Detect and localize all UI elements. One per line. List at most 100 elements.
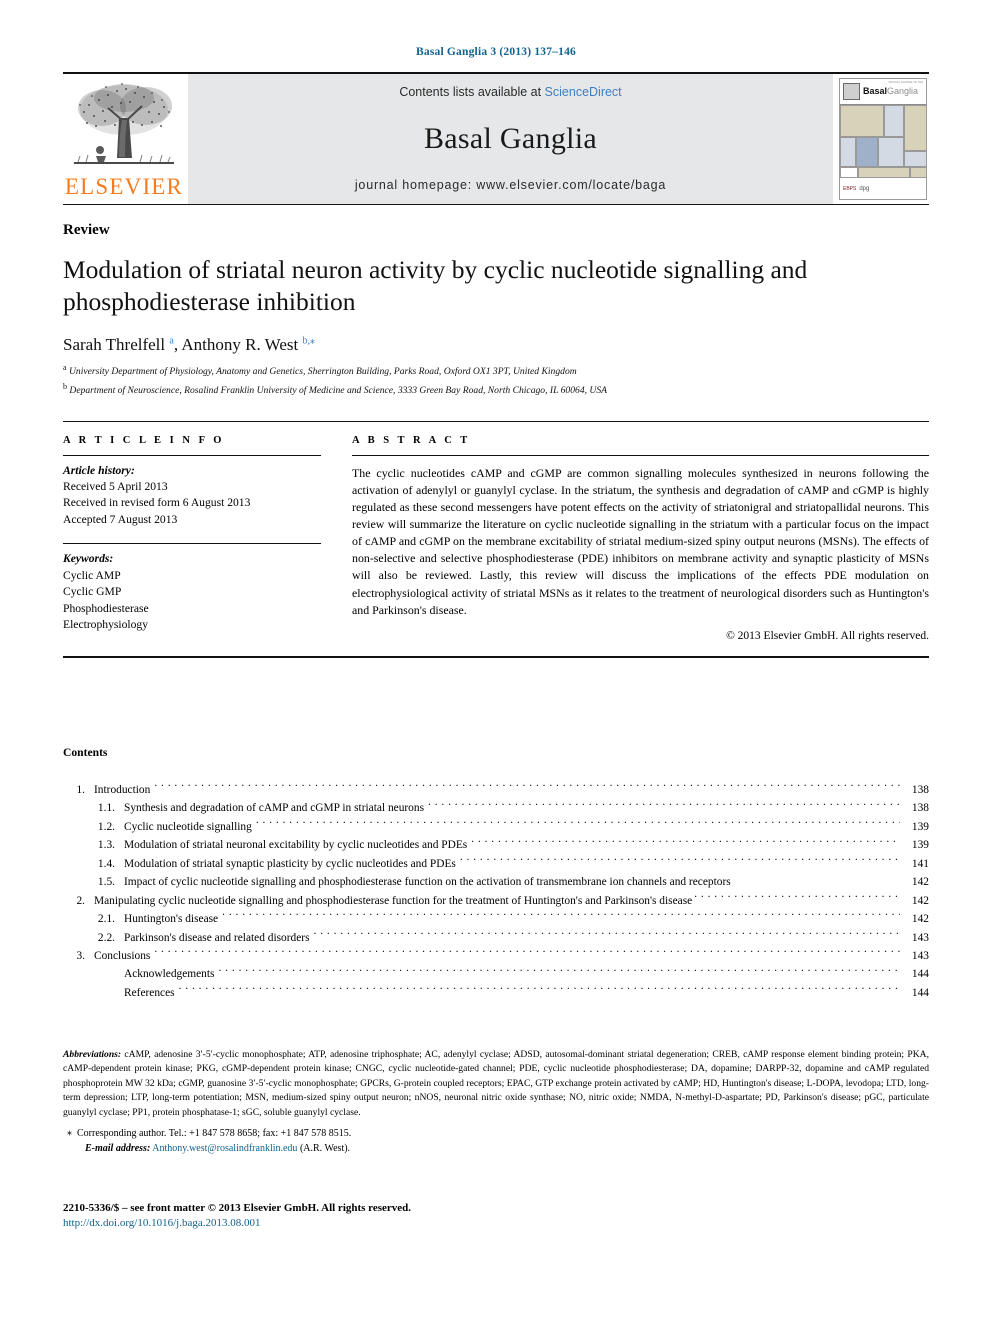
journal-cover-thumbnail: BasalGanglia OFFICIAL JOURNAL OF THE EBP…: [837, 74, 929, 204]
toc-entry[interactable]: 1. Introduction 138: [63, 781, 929, 799]
toc-leader-dots: [460, 855, 900, 866]
toc-entry-label: Huntington's disease: [124, 913, 219, 926]
toc-entry[interactable]: 2. Manipulating cyclic nucleotide signall…: [63, 892, 929, 910]
journal-title: Basal Ganglia: [423, 121, 598, 155]
cover-micro-text: OFFICIAL JOURNAL OF THE: [888, 81, 924, 84]
journal-masthead: ELSEVIER Contents lists available at Sci…: [63, 72, 929, 204]
affiliation-a: a University Department of Physiology, A…: [63, 362, 929, 379]
toc-entry-page: 142: [911, 876, 929, 889]
toc-entry-page: 142: [911, 913, 929, 926]
abbreviations-text: cAMP, adenosine 3′-5′-cyclic monophospha…: [63, 1049, 929, 1118]
toc-leader-dots: [256, 818, 900, 829]
toc-entry[interactable]: 2.1. Huntington's disease 142: [63, 910, 929, 928]
contents-heading: Contents: [63, 745, 108, 759]
keyword-item: Phosphodiesterase: [63, 601, 149, 615]
toc-leader-dots: [179, 985, 900, 996]
keyword-item: Cyclic GMP: [63, 585, 122, 599]
toc-entry-page: 144: [911, 968, 929, 981]
keywords-block: Keywords: Cyclic AMP Cyclic GMP Phosphod…: [63, 551, 321, 633]
toc-entry-page: 141: [911, 857, 929, 870]
toc-entry[interactable]: 2.2. Parkinson's disease and related diso…: [63, 929, 929, 947]
doi-link[interactable]: http://dx.doi.org/10.1016/j.baga.2013.08…: [63, 1217, 411, 1229]
cover-logo-icon: [843, 83, 860, 100]
cover-title-light: Ganglia: [887, 86, 919, 96]
abbreviations-label: Abbreviations:: [63, 1049, 122, 1060]
toc-entry-number: 2.1.: [97, 913, 115, 926]
issn-copyright-line: 2210-5336/$ – see front matter © 2013 El…: [63, 1202, 412, 1214]
toc-entry[interactable]: 1.1. Synthesis and degradation of cAMP an…: [63, 799, 929, 817]
toc-entry[interactable]: 3. Conclusions 143: [63, 947, 929, 965]
toc-entry[interactable]: 1.4. Modulation of striatal synaptic plas…: [63, 855, 929, 873]
toc-entry-label: Acknowledgements: [124, 968, 215, 981]
toc-entry-number: 1.3.: [97, 839, 115, 852]
abstract-heading: A B S T R A C T: [352, 434, 471, 446]
toc-entry-label: Modulation of striatal synaptic plastici…: [124, 857, 456, 870]
toc-entry[interactable]: Acknowledgements 144: [63, 965, 929, 983]
abstract-bottom-rule: [63, 655, 929, 658]
toc-entry-page: 138: [911, 802, 929, 815]
toc-leader-dots: [471, 837, 900, 848]
toc-entry[interactable]: 1.5. Impact of cyclic nucleotide signalli…: [63, 873, 929, 891]
cover-header: BasalGanglia OFFICIAL JOURNAL OF THE: [840, 79, 926, 105]
cover-title: BasalGanglia: [863, 87, 918, 96]
keyword-item: Cyclic AMP: [63, 568, 121, 582]
footer-block: 2210-5336/$ – see front matter © 2013 El…: [63, 1202, 411, 1229]
contents-lists-label: Contents lists available at: [399, 85, 545, 99]
journal-homepage[interactable]: journal homepage: www.elsevier.com/locat…: [355, 178, 666, 192]
toc-entry-number: 2.: [76, 894, 85, 907]
sciencedirect-line: Contents lists available at ScienceDirec…: [399, 85, 621, 99]
page-title: Modulation of striatal neuron activity b…: [63, 255, 808, 317]
toc-entry-page: 138: [911, 783, 929, 796]
table-of-contents: 1. Introduction 138 1.1. Synthesis and degra…: [63, 781, 929, 1003]
toc-entry[interactable]: References 144: [63, 984, 929, 1002]
corresponding-author-text: Corresponding author. Tel.: +1 847 578 8…: [77, 1127, 352, 1139]
toc-entry[interactable]: 1.3. Modulation of striatal neuronal exci…: [63, 836, 929, 854]
elsevier-logo: ELSEVIER: [63, 74, 185, 204]
cover-mondrian-grid: EBPS dpg: [840, 105, 926, 199]
article-info-heading: A R T I C L E I N F O: [63, 434, 225, 446]
toc-entry-number: 1.5.: [97, 876, 115, 889]
affiliation-b-text: Department of Neuroscience, Rosalind Fra…: [69, 385, 608, 397]
abbreviations: Abbreviations: cAMP, adenosine 3′-5′-cyc…: [63, 1048, 929, 1120]
author-list: Sarah Threlfell a, Anthony R. West b,⁎: [63, 335, 315, 355]
article-type: Review: [63, 222, 110, 238]
toc-entry-page: 143: [911, 931, 929, 944]
toc-entry-label: Parkinson's disease and related disorder…: [124, 931, 310, 944]
toc-entry-page: 139: [911, 820, 929, 833]
toc-leader-dots: [428, 800, 900, 811]
article-info-rule: [63, 454, 321, 456]
article-history-label: Article history:: [63, 463, 135, 477]
keyword-item: Electrophysiology: [63, 618, 149, 632]
history-item: Accepted 7 August 2013: [63, 512, 178, 526]
toc-entry-number: 1.1.: [97, 802, 115, 815]
keywords-label: Keywords:: [63, 552, 114, 566]
elsevier-tree-icon: [74, 83, 174, 164]
cover-footer-left: EBPS: [843, 185, 857, 192]
toc-leader-dots: [222, 911, 900, 922]
toc-entry-label: Impact of cyclic nucleotide signalling a…: [124, 876, 731, 889]
affiliation-mark-a: a: [63, 363, 67, 373]
toc-entry[interactable]: 1.2. Cyclic nucleotide signalling 139: [63, 818, 929, 836]
toc-entry-label: Synthesis and degradation of cAMP and cG…: [124, 802, 425, 815]
running-head: Basal Ganglia 3 (2013) 137–146: [416, 46, 576, 58]
toc-entry-label: Introduction: [94, 783, 151, 796]
toc-entry-number: 1.4.: [97, 857, 115, 870]
masthead-bottom-rule: [63, 204, 929, 205]
toc-entry-page: 142: [911, 894, 929, 907]
history-item: Received 5 April 2013: [63, 479, 168, 493]
abstract-text: The cyclic nucleotides cAMP and cGMP are…: [352, 465, 929, 617]
abstract-column: A B S T R A C T The cyclic nucleotides c…: [352, 435, 929, 642]
toc-entry-number: 2.2.: [97, 931, 115, 944]
elsevier-wordmark: ELSEVIER: [64, 174, 184, 199]
toc-entry-page: 139: [911, 839, 929, 852]
footnotes-block: Abbreviations: cAMP, adenosine 3′-5′-cyc…: [63, 1048, 929, 1154]
email-link[interactable]: Anthony.west@rosalindfranklin.edu: [152, 1143, 297, 1154]
corresponding-author: ⁎ Corresponding author. Tel.: +1 847 578 …: [63, 1126, 929, 1142]
sciencedirect-link[interactable]: ScienceDirect: [545, 85, 622, 99]
article-info-column: A R T I C L E I N F O Article history: R…: [63, 435, 321, 642]
toc-leader-dots: [314, 929, 900, 940]
email-line: E-mail address: Anthony.west@rosalindfra…: [63, 1143, 929, 1154]
cover-footer: EBPS dpg: [840, 177, 926, 199]
abstract-rule: [352, 454, 929, 456]
toc-entry-number: 3.: [76, 950, 85, 962]
